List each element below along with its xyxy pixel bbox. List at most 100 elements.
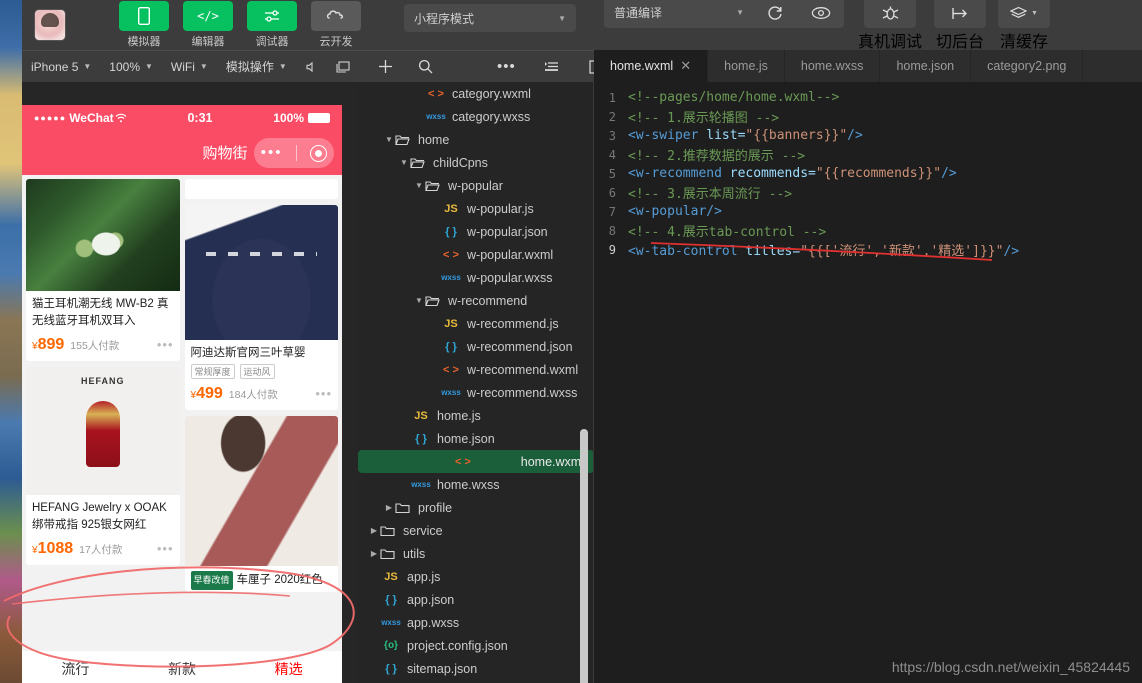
line-number: 6 [608,185,616,200]
product-card[interactable]: 早春改倩 车厘子 2020红色 [184,416,338,592]
capsule-more-icon[interactable]: ••• [261,145,283,160]
network-select[interactable]: WiFi ▼ [162,51,217,83]
product-card-partial[interactable] [184,179,338,199]
editor-tab-category2-png[interactable]: category2.png [971,50,1084,82]
tree-file-w-recommend-js[interactable]: JS w-recommend.js [358,312,594,335]
tree-file-category-wxss[interactable]: wxss category.wxss [358,105,594,128]
code-line[interactable]: 2 <!-- 1.展示轮播图 --> [594,107,1142,127]
tree-file-w-popular-json[interactable]: { } w-popular.json [358,220,594,243]
compile-select[interactable]: 普通编译 ▼ [604,0,752,26]
add-file-button[interactable] [358,51,402,83]
remote-debug-button[interactable] [864,0,916,28]
tree-file-home-js[interactable]: JS home.js [358,404,594,427]
wxss-file-icon: wxss [441,388,461,397]
tree-folder-childcpns[interactable]: ▼ childCpns [358,151,594,174]
tree-file-app-js[interactable]: JS app.js [358,565,594,588]
background-button[interactable] [934,0,987,28]
tree-folder-service[interactable]: ▶ service [358,519,594,542]
more-icon[interactable]: ••• [157,337,174,352]
volume-button[interactable] [296,51,327,83]
code-line[interactable]: 8 <!-- 4.展示tab-control --> [594,221,1142,241]
code-line[interactable]: 4 <!-- 2.推荐数据的展示 --> [594,145,1142,165]
close-icon[interactable]: ✕ [680,58,691,74]
more-icon[interactable]: ••• [315,386,332,401]
tree-file-app-wxss[interactable]: wxss app.wxss [358,611,594,634]
tree-file-w-recommend-json[interactable]: { } w-recommend.json [358,335,594,358]
code-line[interactable]: 9 <w-tab-control titles="{{['流行','新款','精选… [594,240,1142,260]
code-text: <w-tab-control titles="{{['流行','新款','精选'… [628,240,1019,259]
product-feed[interactable]: 猫王耳机潮无线 MW-B2 真无线蓝牙耳机双耳入 ¥ 899 155人付款 ••… [22,175,342,651]
toolbar-button-cloud[interactable]: 云开发 [309,1,363,49]
more-icon[interactable]: ••• [157,541,174,556]
tree-file-w-popular-js[interactable]: JS w-popular.js [358,197,594,220]
line-number: 7 [608,204,616,219]
window-button[interactable] [327,51,359,83]
editor-tab-home-js[interactable]: home.js [708,50,785,82]
zoom-select[interactable]: 100% ▼ [100,51,162,83]
toolbar-button-simulator[interactable]: 模拟器 [117,1,171,49]
tree-file-category-wxml[interactable]: < > category.wxml [358,82,594,105]
tree-file-w-recommend-wxml[interactable]: < > w-recommend.wxml [358,358,594,381]
tab-control-item-xinkuan[interactable]: 新款 [129,659,236,679]
user-avatar[interactable] [34,9,66,41]
chevron-down-icon[interactable]: ▼ [413,181,425,190]
tree-item-label: w-popular.wxml [467,247,554,262]
preview-button[interactable] [798,0,844,28]
more-button[interactable]: ••• [488,51,525,83]
editor-tab-home-wxml[interactable]: home.wxml ✕ [594,50,709,82]
tree-folder-w-recommend[interactable]: ▼ w-recommend [358,289,594,312]
chevron-down-icon[interactable]: ▼ [398,158,410,167]
chevron-down-icon[interactable]: ▼ [383,135,395,144]
product-card[interactable]: 阿迪达斯官网三叶草婴 常规厚度 运动风 ¥ 499 184人付款 ••• [184,205,338,410]
file-tree-scrollbar[interactable] [580,429,588,683]
line-number: 4 [608,147,616,162]
mode-select[interactable]: 小程序模式 ▼ [404,4,576,32]
chevron-right-icon[interactable]: ▶ [368,526,380,535]
tree-file-project-config-json[interactable]: {o} project.config.json [358,634,594,657]
code-line[interactable]: 1 <!--pages/home/home.wxml--> [594,88,1142,107]
compile-button[interactable] [752,0,798,28]
tab-control[interactable]: 流行 新款 精选 [22,651,342,683]
tree-folder-home[interactable]: ▼ home [358,128,594,151]
tree-file-home-json[interactable]: { } home.json [358,427,594,450]
tree-folder-utils[interactable]: ▶ utils [358,542,594,565]
file-tree[interactable]: < > category.wxml wxss category.wxss ▼ home ▼ c… [358,82,594,683]
chevron-right-icon[interactable]: ▶ [383,503,395,512]
tree-file-w-popular-wxml[interactable]: < > w-popular.wxml [358,243,594,266]
code-editor[interactable]: 1 <!--pages/home/home.wxml--> 2 <!-- 1.展示轮播… [594,82,1142,683]
tree-file-home-wxml[interactable]: < > home.wxml [358,450,594,473]
clear-cache-button[interactable]: ▼ [998,0,1051,28]
tab-control-item-jingxuan[interactable]: 精选 [235,659,342,679]
device-select[interactable]: iPhone 5 ▼ [22,51,100,83]
code-line[interactable]: 3 <w-swiper list="{{banners}}"/> [594,126,1142,145]
chevron-down-icon[interactable]: ▼ [413,296,425,305]
tab-control-item-liuxing[interactable]: 流行 [22,659,129,679]
wifi-icon [115,113,127,122]
tree-file-home-wxss[interactable]: wxss home.wxss [358,473,594,496]
tree-file-w-recommend-wxss[interactable]: wxss w-recommend.wxss [358,381,594,404]
tree-folder-profile[interactable]: ▶ profile [358,496,594,519]
mock-operations-select[interactable]: 模拟操作 ▼ [217,51,296,83]
tree-file-w-popular-wxss[interactable]: wxss w-popular.wxss [358,266,594,289]
code-line[interactable]: 6 <!-- 3.展示本周流行 --> [594,183,1142,203]
editor-tab-home-json[interactable]: home.json [880,50,972,82]
chevron-right-icon[interactable]: ▶ [368,549,380,558]
feed-column-right: 阿迪达斯官网三叶草婴 常规厚度 运动风 ¥ 499 184人付款 ••• 早春改… [184,179,338,647]
sort-button[interactable] [535,51,568,83]
code-line[interactable]: 5 <w-recommend recommends="{{recommends}}… [594,164,1142,183]
target-icon[interactable] [310,144,328,162]
toolbar-button-debugger[interactable]: 调试器 [245,1,299,49]
json-file-icon: { } [385,593,397,606]
code-line[interactable]: 7 <w-popular/> [594,202,1142,221]
tree-file-sitemap-json[interactable]: { } sitemap.json [358,657,594,680]
toolbar-button-editor[interactable]: </> 编辑器 [181,1,235,49]
product-card[interactable]: 猫王耳机潮无线 MW-B2 真无线蓝牙耳机双耳入 ¥ 899 155人付款 ••… [26,179,180,361]
tree-file-app-json[interactable]: { } app.json [358,588,594,611]
code-token: <!-- 2.推荐数据的展示 --> [628,149,806,164]
search-button[interactable] [402,51,442,83]
product-card[interactable]: HEFANG HEFANG Jewelry x OOAK 绑带戒指 925银女网… [26,367,180,565]
editor-tab-home-wxss[interactable]: home.wxss [785,50,881,82]
device-select-value: iPhone 5 [31,59,79,74]
tree-folder-w-popular[interactable]: ▼ w-popular [358,174,594,197]
wechat-capsule[interactable]: ••• [254,138,334,168]
